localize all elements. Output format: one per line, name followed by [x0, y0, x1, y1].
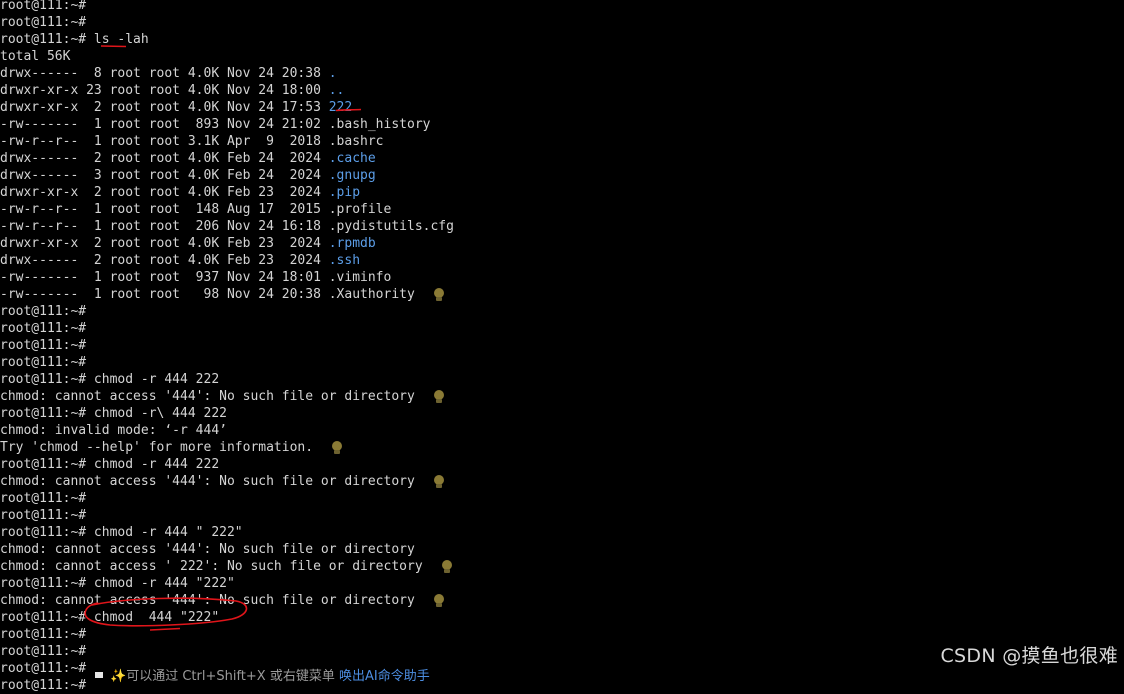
- terminal-line: root@111:~# chmod -r\ 444 222: [0, 405, 227, 422]
- terminal-text: root@111:~#: [0, 15, 87, 30]
- terminal-line: drwxr-xr-x 23 root root 4.0K Nov 24 18:0…: [0, 82, 344, 99]
- terminal-text: drwx------ 2 root root 4.0K Feb 23 2024: [0, 253, 329, 268]
- terminal-text: root@111:~# chmod 444 "222": [0, 610, 220, 625]
- terminal-line: -rw------- 1 root root 893 Nov 24 21:02 …: [0, 116, 430, 133]
- terminal-line: drwx------ 3 root root 4.0K Feb 24 2024 …: [0, 167, 376, 184]
- terminal-text: root@111:~# ls -lah: [0, 32, 149, 47]
- terminal-line: drwxr-xr-x 2 root root 4.0K Nov 24 17:53…: [0, 99, 352, 116]
- terminal-line: root@111:~# chmod -r 444 222: [0, 456, 219, 473]
- terminal-line: -rw-r--r-- 1 root root 3.1K Apr 9 2018 .…: [0, 133, 384, 150]
- terminal-line: -rw------- 1 root root 98 Nov 24 20:38 .…: [0, 286, 415, 303]
- directory-name: .cache: [328, 151, 376, 166]
- terminal-text: chmod: cannot access '444': No such file…: [0, 593, 415, 608]
- terminal-text: root@111:~#: [0, 644, 87, 659]
- terminal-text: chmod: cannot access ' 222': No such fil…: [0, 559, 423, 574]
- terminal-text: root@111:~#: [0, 508, 87, 523]
- lightbulb-icon[interactable]: [433, 594, 445, 608]
- terminal-line: root@111:~# chmod -r 444 222: [0, 371, 219, 388]
- terminal-text: drwx------ 3 root root 4.0K Feb 24 2024: [0, 168, 329, 183]
- lightbulb-icon[interactable]: [433, 390, 445, 404]
- terminal-line: root@111:~# chmod -r 444 "222": [0, 575, 235, 592]
- terminal-line: root@111:~#: [0, 643, 86, 660]
- terminal-line: root@111:~#: [0, 0, 86, 14]
- terminal-text: drwx------ 2 root root 4.0K Feb 24 2024: [0, 151, 329, 166]
- terminal-text: root@111:~#: [0, 627, 87, 642]
- terminal-text: root@111:~#: [0, 355, 87, 370]
- terminal-line: chmod: cannot access '444': No such file…: [0, 388, 415, 405]
- terminal-line: chmod: cannot access ' 222': No such fil…: [0, 558, 423, 575]
- terminal-line: total 56K: [0, 48, 70, 65]
- watermark: CSDN @摸鱼也很难: [940, 645, 1118, 667]
- terminal-line: drwx------ 8 root root 4.0K Nov 24 20:38…: [0, 65, 337, 82]
- terminal-line: root@111:~#: [0, 14, 86, 31]
- lightbulb-icon[interactable]: [331, 441, 343, 455]
- terminal-text: root@111:~# chmod -r 444 222: [0, 457, 220, 472]
- terminal-text: root@111:~#: [0, 491, 87, 506]
- terminal-line: chmod: cannot access '444': No such file…: [0, 592, 415, 609]
- terminal-text: -rw-r--r-- 1 root root 148 Aug 17 2015 .…: [0, 202, 392, 217]
- terminal-line: root@111:~# chmod -r 444 " 222": [0, 524, 243, 541]
- terminal-text: chmod: cannot access '444': No such file…: [0, 542, 415, 557]
- directory-name: .rpmdb: [328, 236, 376, 251]
- terminal-line: -rw-r--r-- 1 root root 148 Aug 17 2015 .…: [0, 201, 391, 218]
- terminal-text: drwx------ 8 root root 4.0K Nov 24 20:38: [0, 66, 329, 81]
- terminal-line: chmod: invalid mode: ‘-r 444’: [0, 422, 227, 439]
- terminal-text: root@111:~#: [0, 661, 87, 676]
- terminal-line: drwxr-xr-x 2 root root 4.0K Feb 23 2024 …: [0, 184, 360, 201]
- terminal-line: root@111:~#: [0, 354, 86, 371]
- terminal-line: root@111:~#: [0, 660, 86, 677]
- terminal-text: root@111:~# chmod -r 444 222: [0, 372, 220, 387]
- terminal-line: drwx------ 2 root root 4.0K Feb 24 2024 …: [0, 150, 376, 167]
- lightbulb-icon[interactable]: [433, 475, 445, 489]
- terminal-line: root@111:~#: [0, 626, 86, 643]
- terminal-line: Try 'chmod --help' for more information.: [0, 439, 313, 456]
- terminal-text: -rw-r--r-- 1 root root 206 Nov 24 16:18 …: [0, 219, 454, 234]
- terminal-line: root@111:~#: [0, 303, 86, 320]
- terminal-text: root@111:~#: [0, 678, 87, 693]
- terminal-text: drwxr-xr-x 2 root root 4.0K Nov 24 17:53: [0, 100, 329, 115]
- terminal-text: total 56K: [0, 49, 71, 64]
- terminal-text: root@111:~#: [0, 338, 87, 353]
- terminal-line: chmod: cannot access '444': No such file…: [0, 541, 415, 558]
- terminal-text: -rw-r--r-- 1 root root 3.1K Apr 9 2018 .…: [0, 134, 384, 149]
- terminal-text: root@111:~#: [0, 304, 87, 319]
- terminal-line: root@111:~#: [0, 677, 86, 694]
- terminal-text: -rw------- 1 root root 98 Nov 24 20:38 .…: [0, 287, 415, 302]
- terminal-text: root@111:~#: [0, 321, 87, 336]
- terminal-text: root@111:~# chmod -r 444 "222": [0, 576, 235, 591]
- terminal-text: -rw------- 1 root root 893 Nov 24 21:02 …: [0, 117, 431, 132]
- terminal-text: chmod: cannot access '444': No such file…: [0, 389, 415, 404]
- directory-name: .: [328, 66, 337, 81]
- terminal-text: root@111:~# chmod -r\ 444 222: [0, 406, 227, 421]
- directory-name: 222: [328, 100, 353, 115]
- terminal-line: root@111:~#: [0, 507, 86, 524]
- terminal-line: -rw-r--r-- 1 root root 206 Nov 24 16:18 …: [0, 218, 454, 235]
- text-cursor: [95, 672, 103, 678]
- terminal-text: Try 'chmod --help' for more information.: [0, 440, 314, 455]
- terminal-text: chmod: invalid mode: ‘-r 444’: [0, 423, 227, 438]
- terminal-line: drwx------ 2 root root 4.0K Feb 23 2024 …: [0, 252, 360, 269]
- terminal-line: drwxr-xr-x 2 root root 4.0K Feb 23 2024 …: [0, 235, 376, 252]
- terminal-text: root@111:~#: [0, 0, 87, 13]
- directory-name: .gnupg: [328, 168, 376, 183]
- terminal-text: drwxr-xr-x 2 root root 4.0K Feb 23 2024: [0, 236, 329, 251]
- terminal-line: root@111:~# ls -lah: [0, 31, 149, 48]
- terminal-line: root@111:~#: [0, 320, 86, 337]
- terminal-line: -rw------- 1 root root 937 Nov 24 18:01 …: [0, 269, 391, 286]
- terminal-text: -rw------- 1 root root 937 Nov 24 18:01 …: [0, 270, 392, 285]
- terminal-line: chmod: cannot access '444': No such file…: [0, 473, 415, 490]
- lightbulb-icon[interactable]: [433, 288, 445, 302]
- terminal-text: chmod: cannot access '444': No such file…: [0, 474, 415, 489]
- terminal-line: root@111:~#: [0, 337, 86, 354]
- directory-name: .pip: [328, 185, 361, 200]
- terminal-text: drwxr-xr-x 2 root root 4.0K Feb 23 2024: [0, 185, 329, 200]
- terminal-line: root@111:~# chmod 444 "222": [0, 609, 219, 626]
- terminal-line: root@111:~#: [0, 490, 86, 507]
- directory-name: ..: [328, 83, 345, 98]
- terminal-text: drwxr-xr-x 23 root root 4.0K Nov 24 18:0…: [0, 83, 329, 98]
- terminal-window[interactable]: root@111:~# root@111:~# root@111:~# ls -la…: [0, 0, 1124, 693]
- terminal-text: root@111:~# chmod -r 444 " 222": [0, 525, 243, 540]
- directory-name: .ssh: [328, 253, 361, 268]
- lightbulb-icon[interactable]: [441, 560, 453, 574]
